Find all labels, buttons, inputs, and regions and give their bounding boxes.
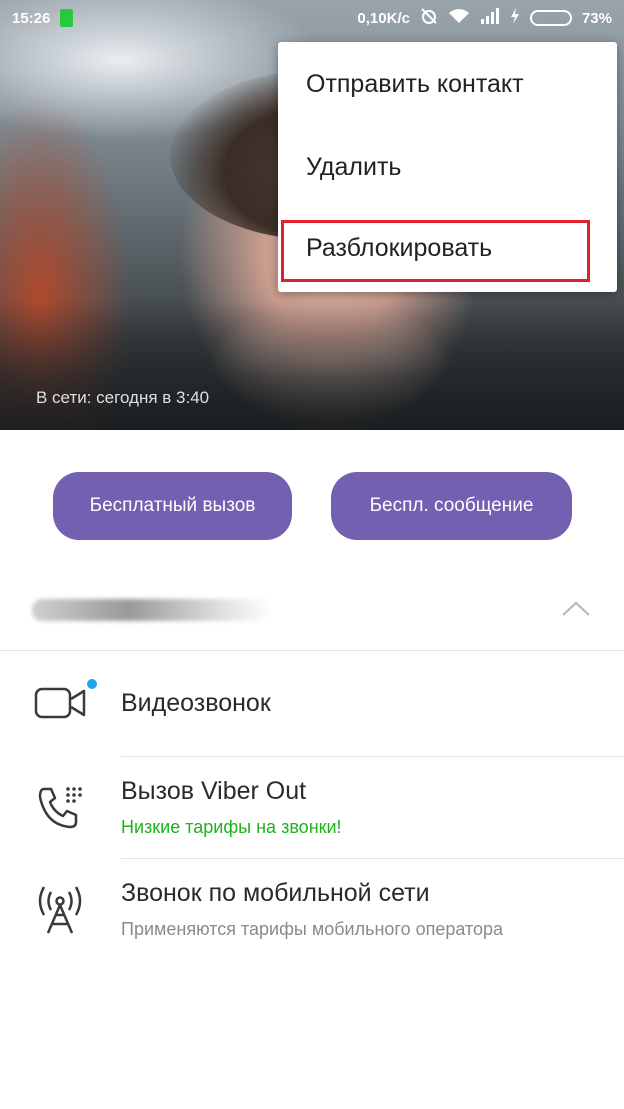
contact-number-redacted xyxy=(32,599,272,621)
menu-item-unblock[interactable]: Разблокировать xyxy=(278,208,617,288)
battery-percent: 73% xyxy=(581,9,612,27)
charging-icon xyxy=(510,8,520,28)
chevron-up-icon[interactable] xyxy=(560,599,592,619)
option-subtitle: Низкие тарифы на звонки! xyxy=(121,817,342,837)
last-seen-status: В сети: сегодня в 3:40 xyxy=(36,388,210,407)
option-title: Звонок по мобильной сети xyxy=(121,879,430,907)
menu-item-label: Удалить xyxy=(306,152,402,181)
cell-tower-icon xyxy=(38,886,82,934)
network-speed: 0,10K/c xyxy=(357,9,410,27)
menu-item-label: Отправить контакт xyxy=(306,69,524,98)
status-time: 15:26 xyxy=(12,9,51,27)
free-message-button[interactable]: Беспл. сообщение xyxy=(331,472,572,540)
status-bar: 15:26 0,10K/c 73% xyxy=(0,0,624,36)
overflow-menu: Отправить контакт Удалить Разблокировать xyxy=(278,42,617,292)
phone-keypad-icon xyxy=(38,787,82,829)
free-call-button[interactable]: Бесплатный вызов xyxy=(53,472,292,540)
option-title: Вызов Viber Out xyxy=(121,777,307,805)
menu-item-send-contact[interactable]: Отправить контакт xyxy=(278,44,617,124)
battery-saver-icon xyxy=(60,9,74,27)
option-mobile-call[interactable]: Звонок по мобильной сети Применяются тар… xyxy=(0,859,624,959)
photo-background-shade xyxy=(0,300,624,430)
menu-item-delete[interactable]: Удалить xyxy=(278,127,617,207)
option-video-call[interactable]: Видеозвонок xyxy=(0,652,624,756)
video-camera-icon xyxy=(34,687,86,719)
wifi-icon xyxy=(448,8,470,28)
alarm-icon xyxy=(420,8,438,28)
signal-icon xyxy=(480,8,500,28)
battery-icon xyxy=(529,10,572,26)
option-subtitle: Применяются тарифы мобильного оператора xyxy=(121,919,504,939)
new-feature-dot xyxy=(87,679,97,689)
option-viber-out[interactable]: Вызов Viber Out Низкие тарифы на звонки! xyxy=(0,757,624,858)
contact-name-row[interactable] xyxy=(0,575,624,651)
option-title: Видеозвонок xyxy=(121,689,271,717)
menu-item-label: Разблокировать xyxy=(306,233,493,262)
